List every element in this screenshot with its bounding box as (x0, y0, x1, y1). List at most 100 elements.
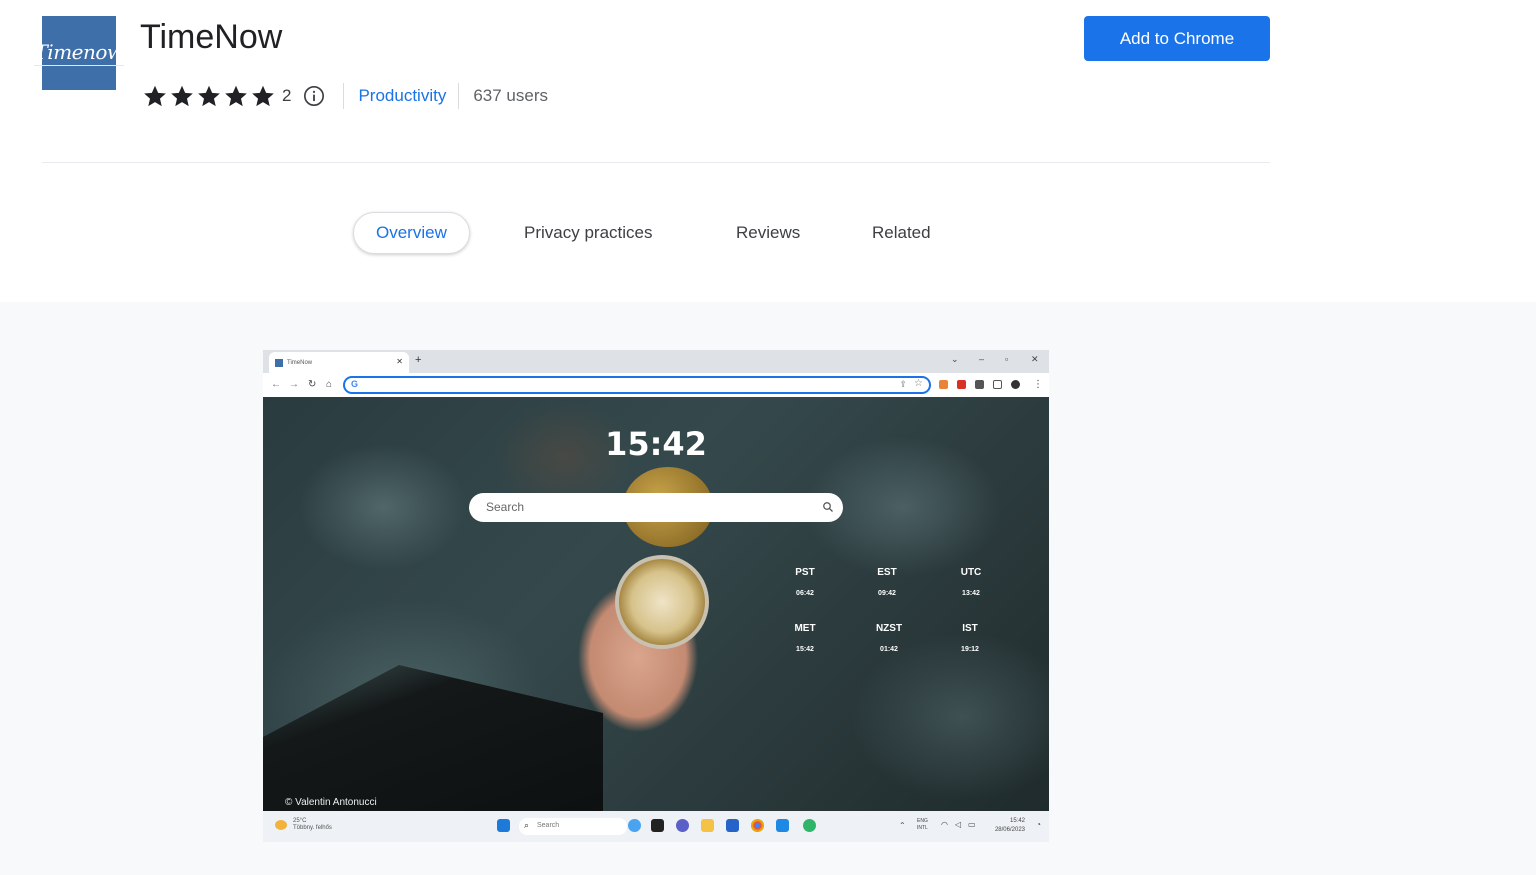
browser-tab: TimeNow ✕ (269, 352, 409, 373)
address-bar: G ⇪ ☆ (343, 376, 931, 394)
star-icon (198, 85, 220, 107)
battery-icon: ▭ (968, 820, 976, 829)
weather-widget: 25°C Többny. felhős (293, 818, 332, 832)
timezone-pst: PST 06:42 (785, 567, 825, 597)
timezone-time: 15:42 (796, 646, 814, 653)
user-count: 637 users (473, 86, 549, 105)
bookmark-star-icon: ☆ (914, 378, 923, 389)
tab-overview[interactable]: Overview (353, 212, 470, 254)
clock: 15:42 (605, 425, 707, 463)
timezone-name: NZST (875, 623, 903, 634)
browser-tab-title: TimeNow (287, 359, 313, 366)
tab-reviews[interactable]: Reviews (736, 212, 800, 254)
extension-title: TimeNow (140, 18, 283, 56)
timezone-utc: UTC 13:42 (951, 567, 991, 597)
app-icon (628, 819, 641, 832)
chat-icon (676, 819, 689, 832)
extension-screenshot[interactable]: TimeNow ✕ + ⌄ – ▫ ✕ ← → ↻ ⌂ G ⇪ ☆ ⋮ 15:4… (263, 350, 1049, 842)
info-icon[interactable] (303, 85, 325, 107)
header-divider (42, 162, 1270, 163)
extension-icon (939, 380, 948, 389)
extension-logo: Timenow (34, 16, 124, 90)
photo-credit: © Valentin Antonucci (285, 797, 377, 808)
weather-icon (275, 820, 287, 830)
star-icon (144, 85, 166, 107)
timezone-time: 06:42 (796, 590, 814, 597)
timezone-name: IST (962, 623, 978, 634)
puzzle-icon (975, 380, 984, 389)
taskbar-clock: 15:42 28/06/2023 (995, 817, 1025, 835)
star-icon (252, 85, 274, 107)
logo-text: Timenow (34, 40, 124, 66)
weather-desc: Többny. felhős (293, 825, 332, 831)
wifi-icon: ◠ (941, 820, 948, 829)
minimize-icon: – (979, 354, 985, 364)
google-icon: G (351, 379, 359, 389)
folder-icon (701, 819, 714, 832)
volume-icon: ◁ (955, 820, 962, 829)
chrome-icon (751, 819, 764, 832)
extension-meta: 2 Productivity 637 users (142, 82, 548, 110)
close-window-icon: ✕ (1031, 354, 1039, 364)
tab-privacy-practices[interactable]: Privacy practices (524, 212, 652, 254)
rating-count: 2 (282, 86, 292, 105)
browser-toolbar: ← → ↻ ⌂ G ⇪ ☆ ⋮ (263, 373, 1049, 397)
language-label: ENG (917, 818, 928, 824)
language-indicator: ENG INTL (917, 818, 928, 832)
restore-icon: ▫ (1005, 354, 1009, 364)
taskbar-time: 15:42 (1009, 818, 1025, 824)
search-icon (823, 502, 833, 512)
rating-stars (142, 83, 276, 109)
timezone-time: 09:42 (878, 590, 896, 597)
windows-start-icon (497, 819, 510, 832)
home-icon: ⌂ (326, 379, 333, 390)
timezone-name: MET (794, 623, 816, 634)
divider (458, 83, 460, 109)
star-icon (225, 85, 247, 107)
menu-icon: ⋮ (1033, 379, 1043, 390)
category-link[interactable]: Productivity (358, 86, 446, 106)
timezone-met: MET 15:42 (785, 623, 825, 653)
timezone-name: UTC (960, 567, 982, 578)
sleeve (263, 665, 603, 811)
timezone-nzst: NZST 01:42 (869, 623, 909, 653)
app-icon (803, 819, 816, 832)
task-view-icon (651, 819, 664, 832)
extension-icon (957, 380, 966, 389)
avatar (1011, 380, 1020, 389)
timezone-est: EST 09:42 (867, 567, 907, 597)
star-icon (171, 85, 193, 107)
chevron-down-icon: ⌄ (951, 354, 959, 364)
timezone-time: 19:12 (961, 646, 979, 653)
wallpaper-search-input: Search (469, 493, 843, 522)
taskbar-date: 28/06/2023 (994, 827, 1025, 833)
chevron-up-icon: ⌃ (899, 821, 906, 830)
compass (615, 555, 709, 649)
wallpaper: 15:42 Search PST 06:42 EST 09:42 UTC 13:… (263, 397, 1049, 811)
search-icon: ⌕ (524, 820, 530, 830)
weather-temp: 25°C (293, 818, 307, 824)
store-icon (726, 819, 739, 832)
add-to-chrome-button[interactable]: Add to Chrome (1084, 16, 1270, 61)
tab-related[interactable]: Related (872, 212, 931, 254)
timezone-time: 13:42 (962, 590, 980, 597)
search-placeholder: Search (486, 500, 525, 514)
taskbar-search: ⌕ Search (519, 818, 627, 835)
divider (343, 83, 345, 109)
vscode-icon (776, 819, 789, 832)
windows-taskbar: 25°C Többny. felhős ⌕ Search ⌃ ENG INTL … (263, 811, 1049, 842)
reload-icon: ↻ (308, 379, 317, 390)
timezone-time: 01:42 (880, 646, 898, 653)
share-icon: ⇪ (899, 379, 907, 389)
layout-label: INTL (917, 825, 928, 831)
browser-tabstrip: TimeNow ✕ + ⌄ – ▫ ✕ (263, 350, 1049, 373)
timezone-ist: IST 19:12 (950, 623, 990, 653)
taskbar-search-label: Search (537, 822, 560, 829)
notification-bell-icon: ◔ (1036, 820, 1041, 829)
new-tab-icon: + (415, 354, 422, 366)
timezone-name: EST (877, 567, 897, 578)
back-icon: ← (271, 379, 281, 390)
sidepanel-icon (993, 380, 1002, 389)
tab-favicon-icon (275, 359, 283, 367)
timezone-name: PST (795, 567, 815, 578)
